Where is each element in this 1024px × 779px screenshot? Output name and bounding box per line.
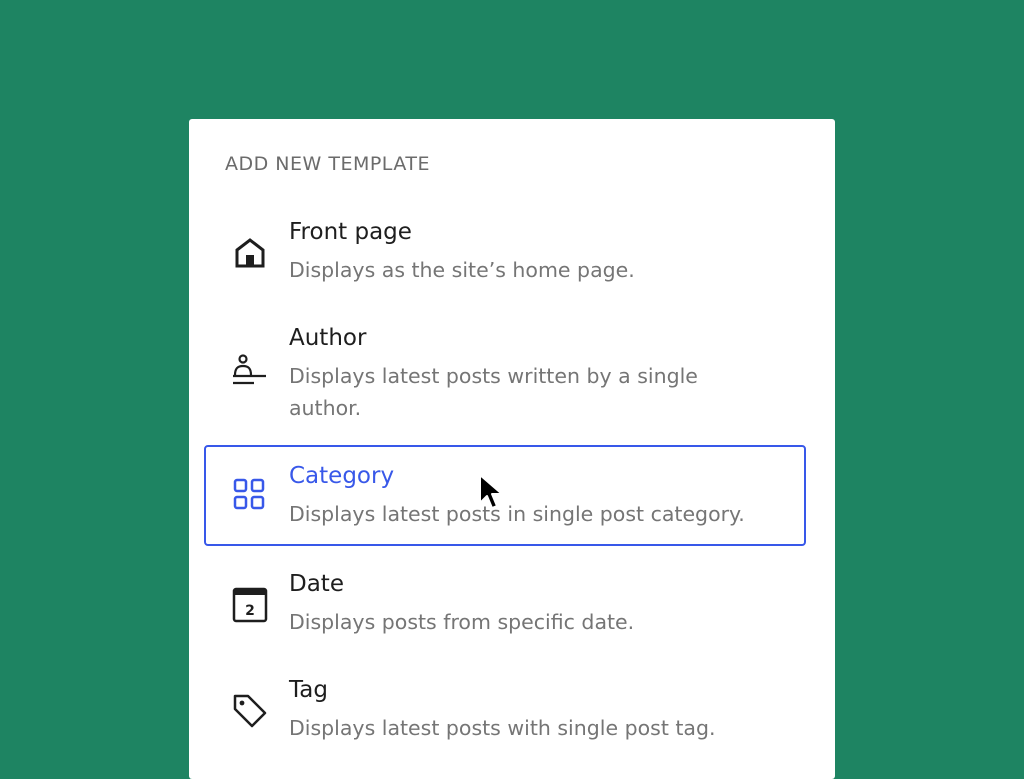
add-template-panel: ADD NEW TEMPLATE Front page Displays as …: [189, 119, 835, 779]
template-option-tag[interactable]: Tag Displays latest posts with single po…: [204, 667, 806, 751]
author-icon: [230, 351, 270, 391]
mouse-pointer-icon: [479, 474, 503, 509]
template-option-title: Date: [289, 571, 344, 597]
template-option-author[interactable]: Author Displays latest posts written by …: [204, 315, 806, 431]
template-option-front-page[interactable]: Front page Displays as the site’s home p…: [204, 209, 806, 293]
template-option-title: Tag: [289, 677, 328, 703]
template-option-date[interactable]: 2 Date Displays posts from specific date…: [204, 561, 806, 645]
template-option-title: Author: [289, 325, 367, 351]
calendar-day-text: 2: [245, 603, 255, 619]
category-icon: [230, 475, 270, 515]
home-icon: [230, 233, 270, 273]
template-option-description: Displays latest posts with single post t…: [289, 716, 716, 740]
template-option-title: Category: [289, 463, 395, 489]
template-option-category[interactable]: Category Displays latest posts in single…: [204, 445, 806, 546]
template-option-description: Displays posts from specific date.: [289, 610, 635, 634]
calendar-icon: 2: [230, 585, 270, 625]
template-option-title: Front page: [289, 219, 412, 245]
tag-icon: [230, 691, 270, 731]
template-option-description: Displays latest posts in single post cat…: [289, 502, 745, 526]
panel-heading: ADD NEW TEMPLATE: [225, 153, 430, 175]
template-option-description: Displays as the site’s home page.: [289, 258, 635, 282]
template-option-description: Displays latest posts written by a singl…: [289, 364, 698, 420]
